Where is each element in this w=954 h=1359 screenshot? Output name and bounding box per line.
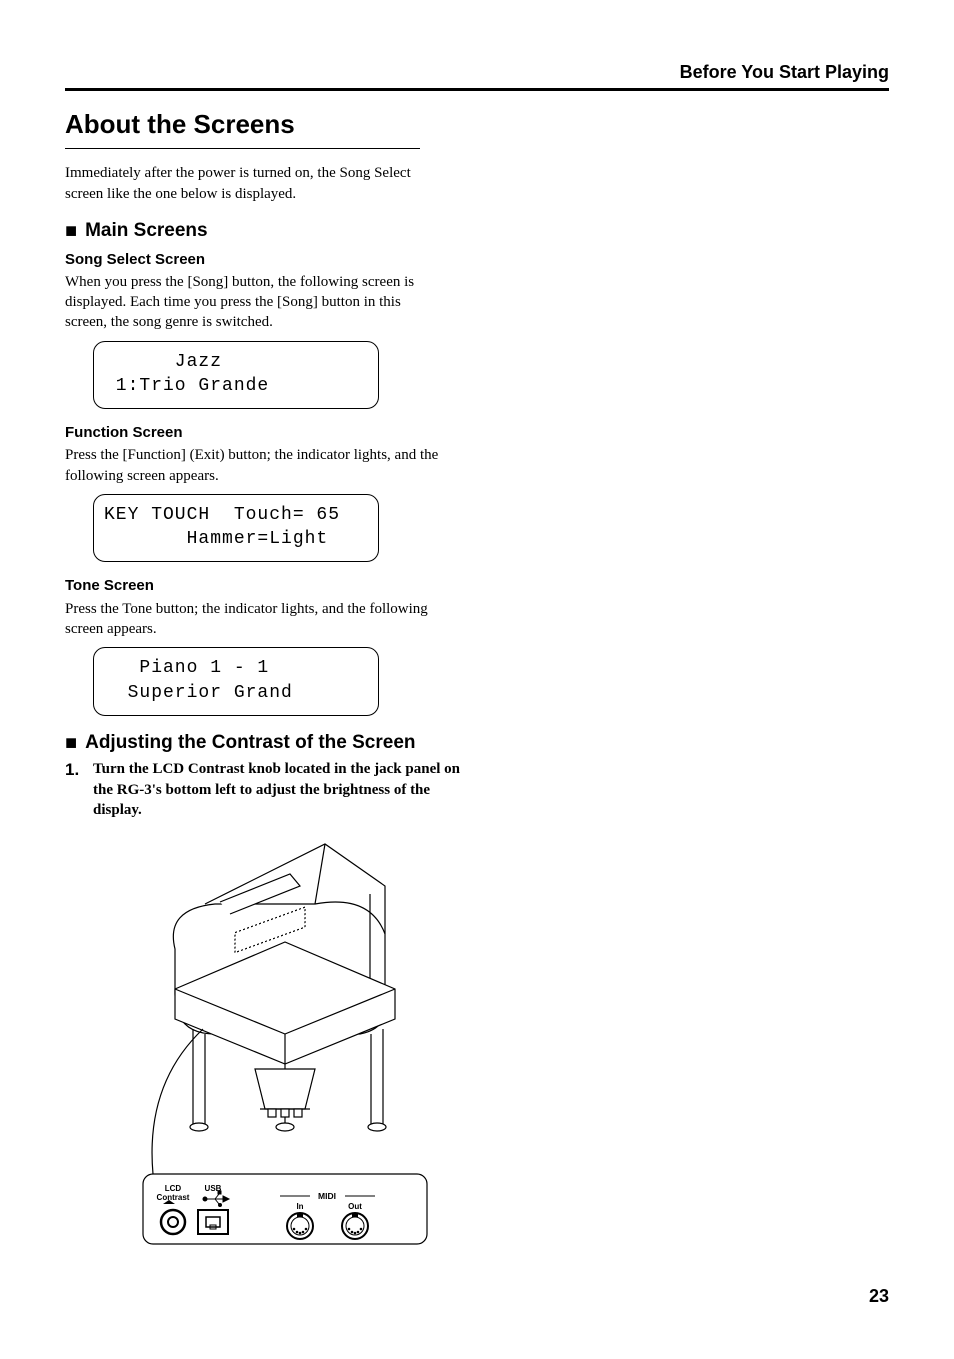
square-bullet-icon: ■: [65, 221, 77, 241]
main-screens-label: Main Screens: [85, 218, 208, 244]
intro-paragraph: Immediately after the power is turned on…: [65, 163, 445, 204]
step-text: Turn the LCD Contrast knob located in th…: [93, 759, 460, 820]
main-screens-heading: ■ Main Screens: [65, 218, 889, 244]
piano-illustration-icon: LCD Contrast USB MIDI In Out: [135, 834, 435, 1254]
function-body: Press the [Function] (Exit) button; the …: [65, 445, 445, 486]
step-number: 1.: [65, 759, 83, 820]
lcd-line: Hammer=Light: [104, 529, 328, 549]
lcd-line: Superior Grand: [104, 683, 293, 703]
adjusting-heading: ■ Adjusting the Contrast of the Screen: [65, 730, 889, 756]
lcd-label: LCD: [165, 1184, 182, 1193]
step-1: 1. Turn the LCD Contrast knob located in…: [65, 759, 460, 820]
header-rule: [65, 88, 889, 91]
piano-figure: LCD Contrast USB MIDI In Out: [135, 834, 435, 1254]
section-title: About the Screens: [65, 107, 889, 142]
midi-label: MIDI: [318, 1191, 336, 1201]
midi-in-label: In: [296, 1202, 303, 1211]
song-select-lcd: Jazz 1:Trio Grande: [93, 341, 379, 410]
midi-out-label: Out: [348, 1202, 362, 1211]
lcd-line: 1:Trio Grande: [104, 376, 269, 396]
adjusting-label: Adjusting the Contrast of the Screen: [85, 730, 415, 756]
section-rule: [65, 148, 420, 149]
lcd-line: KEY TOUCH Touch= 65: [104, 505, 340, 525]
tone-body: Press the Tone button; the indicator lig…: [65, 599, 445, 640]
function-lcd: KEY TOUCH Touch= 65 Hammer=Light: [93, 494, 379, 563]
song-select-body: When you press the [Song] button, the fo…: [65, 272, 445, 333]
contrast-label: Contrast: [157, 1193, 190, 1202]
lcd-line: Jazz: [104, 352, 222, 372]
running-header: Before You Start Playing: [65, 60, 889, 84]
tone-title: Tone Screen: [65, 576, 889, 596]
square-bullet-icon: ■: [65, 733, 77, 753]
lcd-line: Piano 1 - 1: [104, 658, 269, 678]
song-select-title: Song Select Screen: [65, 250, 889, 270]
function-title: Function Screen: [65, 423, 889, 443]
page-number: 23: [65, 1284, 889, 1308]
tone-lcd: Piano 1 - 1 Superior Grand: [93, 647, 379, 716]
